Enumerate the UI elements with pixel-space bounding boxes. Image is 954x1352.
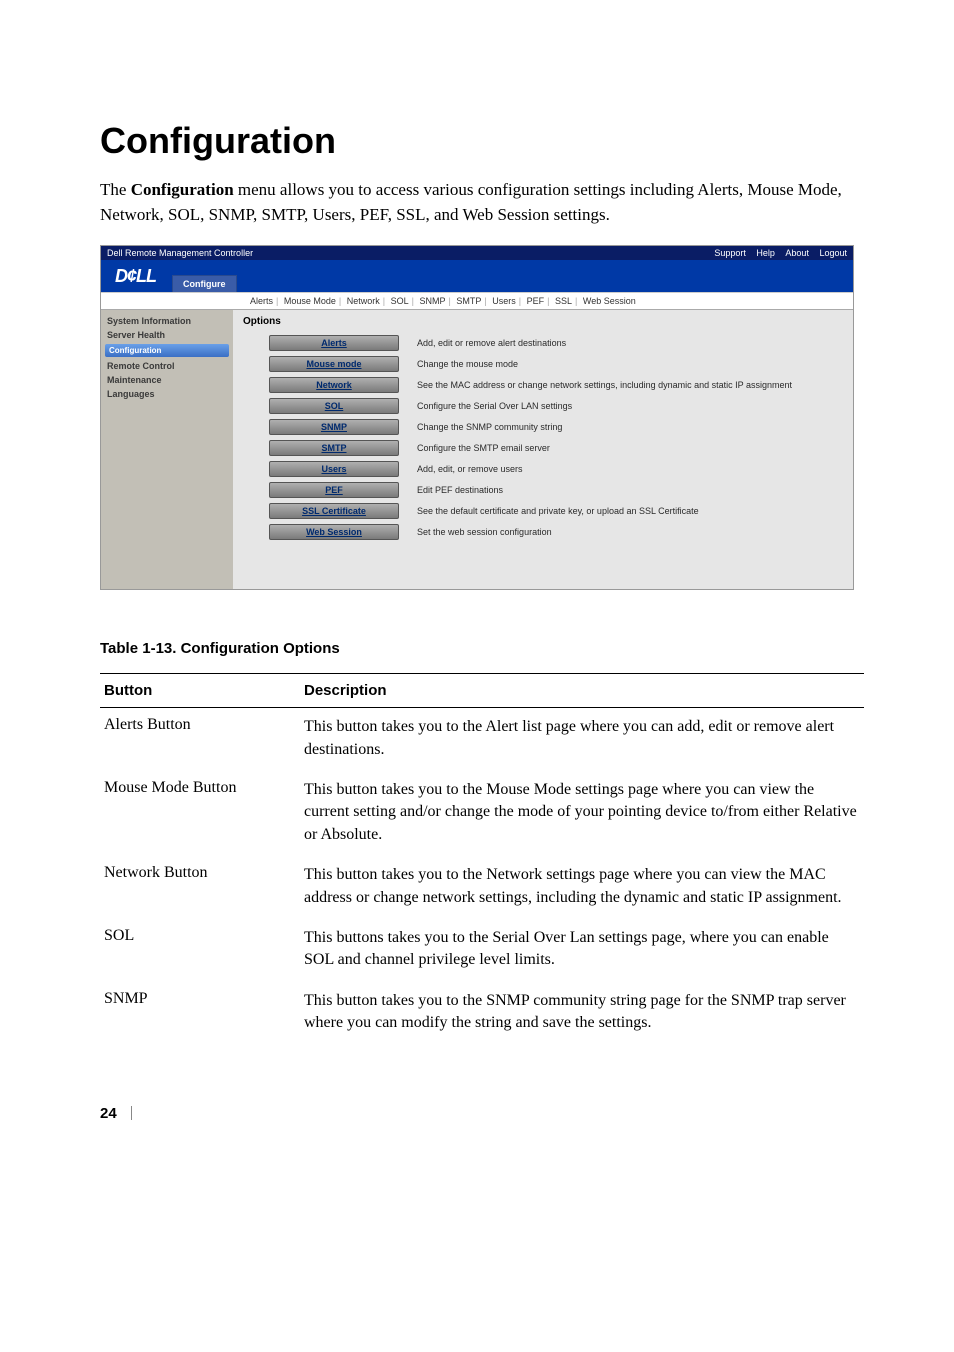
subtab-network[interactable]: Network (344, 296, 383, 306)
col-header-button: Button (100, 674, 300, 708)
sidebar-item-remote-control[interactable]: Remote Control (107, 359, 227, 373)
table-row: SNMP This button takes you to the SNMP c… (100, 982, 864, 1045)
main-panel: Options Alerts Add, edit or remove alert … (233, 310, 853, 589)
subtab-pef[interactable]: PEF (524, 296, 548, 306)
desc-users: Add, edit, or remove users (417, 464, 523, 474)
button-mouse-mode[interactable]: Mouse mode (269, 356, 399, 372)
subtab-web-session[interactable]: Web Session (580, 296, 639, 306)
page-heading: Configuration (100, 120, 864, 162)
desc-mouse-mode: Change the mouse mode (417, 359, 518, 369)
table-row: SOL This buttons takes you to the Serial… (100, 919, 864, 982)
configuration-options-table: Button Description Alerts Button This bu… (100, 673, 864, 1044)
cell-button: Mouse Mode Button (100, 771, 300, 856)
desc-snmp: Change the SNMP community string (417, 422, 562, 432)
intro-prefix: The (100, 180, 131, 199)
footer-divider (131, 1106, 132, 1120)
link-support[interactable]: Support (714, 248, 746, 258)
button-ssl-certificate[interactable]: SSL Certificate (269, 503, 399, 519)
tab-configure[interactable]: Configure (172, 275, 237, 292)
screenshot-configuration: Dell Remote Management Controller Suppor… (100, 245, 854, 590)
cell-button: SNMP (100, 982, 300, 1045)
desc-sol: Configure the Serial Over LAN settings (417, 401, 572, 411)
desc-alerts: Add, edit or remove alert destinations (417, 338, 566, 348)
subtab-ssl[interactable]: SSL (552, 296, 575, 306)
cell-button: Network Button (100, 856, 300, 919)
desc-smtp: Configure the SMTP email server (417, 443, 550, 453)
table-row: Mouse Mode Button This button takes you … (100, 771, 864, 856)
cell-button: Alerts Button (100, 708, 300, 771)
brand-row: D¢LL Configure (101, 260, 853, 292)
cell-desc: This buttons takes you to the Serial Ove… (300, 919, 864, 982)
subtab-alerts[interactable]: Alerts (247, 296, 276, 306)
dell-logo: D¢LL (101, 262, 170, 291)
desc-web-session: Set the web session configuration (417, 527, 552, 537)
button-users[interactable]: Users (269, 461, 399, 477)
options-heading: Options (243, 316, 843, 327)
cell-desc: This button takes you to the SNMP commun… (300, 982, 864, 1045)
button-web-session[interactable]: Web Session (269, 524, 399, 540)
cell-desc: This button takes you to the Alert list … (300, 708, 864, 771)
window-titlebar: Dell Remote Management Controller Suppor… (101, 246, 853, 260)
intro-paragraph: The Configuration menu allows you to acc… (100, 178, 864, 227)
link-help[interactable]: Help (756, 248, 775, 258)
col-header-description: Description (300, 674, 864, 708)
button-sol[interactable]: SOL (269, 398, 399, 414)
sidebar-item-configuration[interactable]: Configuration (105, 344, 229, 357)
table-row: Alerts Button This button takes you to t… (100, 708, 864, 771)
button-network[interactable]: Network (269, 377, 399, 393)
desc-pef: Edit PEF destinations (417, 485, 503, 495)
page-number: 24 (100, 1105, 117, 1122)
sidebar-item-system-information[interactable]: System Information (107, 314, 227, 328)
sidebar-item-languages[interactable]: Languages (107, 387, 227, 401)
window-title: Dell Remote Management Controller (107, 248, 253, 258)
desc-network: See the MAC address or change network se… (417, 380, 792, 390)
link-about[interactable]: About (785, 248, 809, 258)
subtab-mouse-mode[interactable]: Mouse Mode (281, 296, 339, 306)
intro-bold: Configuration (131, 180, 234, 199)
sidebar-item-server-health[interactable]: Server Health (107, 328, 227, 342)
subtab-users[interactable]: Users (489, 296, 519, 306)
subtab-smtp[interactable]: SMTP (453, 296, 484, 306)
desc-ssl-certificate: See the default certificate and private … (417, 506, 699, 516)
cell-button: SOL (100, 919, 300, 982)
button-snmp[interactable]: SNMP (269, 419, 399, 435)
cell-desc: This button takes you to the Mouse Mode … (300, 771, 864, 856)
link-logout[interactable]: Logout (819, 248, 847, 258)
button-alerts[interactable]: Alerts (269, 335, 399, 351)
subtab-sol[interactable]: SOL (388, 296, 412, 306)
button-pef[interactable]: PEF (269, 482, 399, 498)
header-links: Support Help About Logout (706, 248, 847, 258)
table-row: Network Button This button takes you to … (100, 856, 864, 919)
subtab-snmp[interactable]: SNMP (417, 296, 449, 306)
sidebar-item-maintenance[interactable]: Maintenance (107, 373, 227, 387)
table-caption: Table 1-13. Configuration Options (100, 640, 864, 657)
button-smtp[interactable]: SMTP (269, 440, 399, 456)
cell-desc: This button takes you to the Network set… (300, 856, 864, 919)
page-footer: 24 (100, 1105, 864, 1122)
sidebar: System Information Server Health Configu… (101, 310, 233, 589)
subtab-bar: Alerts| Mouse Mode| Network| SOL| SNMP| … (101, 292, 853, 310)
